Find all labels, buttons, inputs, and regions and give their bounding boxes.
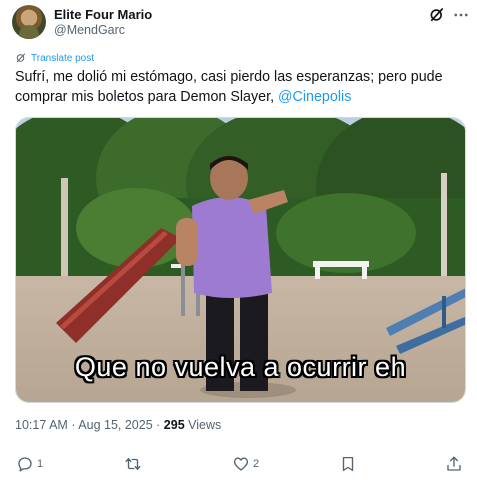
views-label: Views: [188, 418, 222, 432]
views-count: 295: [163, 418, 185, 432]
repost-button[interactable]: [124, 455, 145, 473]
post-meta: 10:17 AM · Aug 15, 2025 · 295 Views: [15, 418, 221, 432]
share-icon: [447, 456, 461, 471]
heart-icon: [233, 457, 249, 471]
more-options-icon[interactable]: [452, 6, 470, 24]
post-text: Sufrí, me dolió mi estómago, casi pierdo…: [15, 67, 465, 107]
post-date[interactable]: Aug 15, 2025: [78, 418, 152, 432]
post-image[interactable]: Que no vuelva a ocurrir eh: [15, 117, 466, 403]
post-text-line-2: comprar mis boletos para Demon Slayer, @…: [15, 87, 465, 107]
post-text-line-1: Sufrí, me dolió mi estómago, casi pierdo…: [15, 69, 443, 85]
grok-icon[interactable]: [428, 6, 446, 24]
mention-link[interactable]: @Cinepolis: [278, 89, 351, 105]
meta-separator: ·: [156, 418, 161, 432]
bookmark-button[interactable]: [339, 455, 357, 473]
reply-icon: [18, 457, 32, 472]
post-text-line-2-body: comprar mis boletos para Demon Slayer,: [15, 89, 279, 105]
image-caption: Que no vuelva a ocurrir eh: [74, 352, 407, 382]
user-handle[interactable]: @MendGarc: [54, 23, 125, 37]
display-name[interactable]: Elite Four Mario: [54, 7, 152, 22]
translate-icon: [16, 53, 25, 62]
like-count: 2: [253, 458, 260, 470]
reply-count: 1: [37, 458, 44, 470]
share-button[interactable]: [445, 455, 463, 473]
like-button[interactable]: 2: [232, 455, 259, 473]
meta-separator: ·: [71, 418, 76, 432]
translate-post-link[interactable]: Translate post: [15, 52, 94, 64]
bookmark-icon: [342, 456, 354, 472]
avatar[interactable]: [12, 5, 46, 39]
post-time[interactable]: 10:17 AM: [15, 418, 68, 432]
translate-label: Translate post: [31, 52, 94, 64]
reply-button[interactable]: 1: [16, 455, 43, 473]
repost-icon: [125, 458, 141, 470]
action-bar: 1 2: [0, 455, 477, 479]
post: Elite Four Mario @MendGarc Translate pos…: [0, 0, 477, 482]
